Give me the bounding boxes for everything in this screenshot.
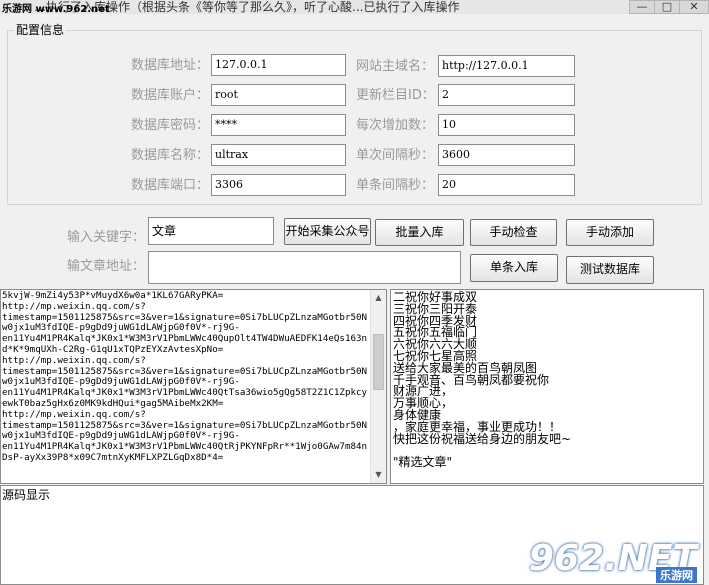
article-url-input[interactable] <box>148 251 461 284</box>
db-password-label: 数据库密码： <box>131 118 210 133</box>
keyword-input[interactable]: 文章 <box>148 217 274 245</box>
content-text: 二祝你好事成双 三祝你三阳开泰 四祝你四季发财 五祝你五福临门 六祝你六六大顺 七祝你七星… <box>393 291 572 470</box>
db-name-label: 数据库名称： <box>131 148 210 163</box>
source-label: 源码显示 <box>2 488 51 502</box>
db-name-field[interactable]: ultrax <box>211 144 346 166</box>
item-interval-label: 单条间隔秒： <box>356 178 435 193</box>
log-line: http://mp.weixin.qq.com/s? <box>2 354 146 366</box>
log-scroll-thumb[interactable] <box>373 334 384 390</box>
site-logo: 乐游网 www.962.net <box>2 4 110 15</box>
content-textarea[interactable]: 二祝你好事成双 三祝你三阳开泰 四祝你四季发财 五祝你五福临门 六祝你六六大顺 七祝你七星… <box>390 289 704 484</box>
content-line: "精选文章" <box>393 455 453 470</box>
batch-import-button[interactable]: 批量入库 <box>375 219 464 246</box>
increment-field[interactable]: 10 <box>438 114 575 136</box>
article-url-label: 输文章地址： <box>67 259 146 274</box>
maximize-button[interactable]: □ <box>654 0 680 14</box>
scroll-down-icon[interactable]: ▼ <box>371 467 386 483</box>
keyword-label: 输入关键字： <box>67 230 146 245</box>
column-id-field[interactable]: 2 <box>438 84 575 106</box>
close-button[interactable]: ✕ <box>679 0 709 14</box>
db-port-field[interactable]: 3306 <box>211 174 346 196</box>
manual-add-button[interactable]: 手动添加 <box>566 219 654 246</box>
manual-check-button[interactable]: 手动检查 <box>470 219 557 246</box>
site-domain-field[interactable]: http://127.0.0.1 <box>438 55 575 77</box>
scroll-up-icon[interactable]: ▲ <box>371 290 386 306</box>
db-user-label: 数据库账户： <box>131 88 210 103</box>
test-db-button[interactable]: 测试数据库 <box>566 256 654 284</box>
interval-label: 单次间隔秒： <box>356 148 435 163</box>
log-scrollbar[interactable]: ▲ ▼ <box>370 290 386 483</box>
item-interval-field[interactable]: 20 <box>438 174 575 196</box>
start-collect-button[interactable]: 开始采集公众号 <box>284 218 371 245</box>
db-address-label: 数据库地址： <box>131 58 210 73</box>
increment-label: 每次增加数： <box>356 118 435 133</box>
db-address-field[interactable]: 127.0.0.1 <box>211 54 346 76</box>
site-domain-label: 网站主域名： <box>356 59 435 74</box>
interval-field[interactable]: 3600 <box>438 144 575 166</box>
db-port-label: 数据库端口： <box>131 178 210 193</box>
log-textarea[interactable]: 5kvjW-9mZi4y53P*vMuydX6w0a*1KL67GARyPKA=… <box>0 289 387 484</box>
config-group <box>7 30 702 205</box>
content-line: 快把这份祝福送给身边的朋友吧~ <box>393 431 572 446</box>
minimize-button[interactable]: — <box>629 0 655 14</box>
single-import-button[interactable]: 单条入库 <box>470 254 558 282</box>
config-group-title: 配置信息 <box>14 21 67 38</box>
db-user-field[interactable]: root <box>211 84 346 106</box>
column-id-label: 更新栏目ID： <box>356 88 435 103</box>
log-line: DsP-ayXx39P8*x09C7mtnXyKMFLXPZLGqDx8D*4= <box>2 451 224 463</box>
db-password-field[interactable]: **** <box>211 114 346 136</box>
watermark-sub: 乐游网 <box>656 567 697 583</box>
log-line: http://mp.weixin.qq.com/s? <box>2 300 146 312</box>
log-line: http://mp.weixin.qq.com/s? <box>2 408 146 420</box>
log-text: 5kvjW-9mZi4y53P*vMuydX6w0a*1KL67GARyPKA=… <box>2 290 370 464</box>
